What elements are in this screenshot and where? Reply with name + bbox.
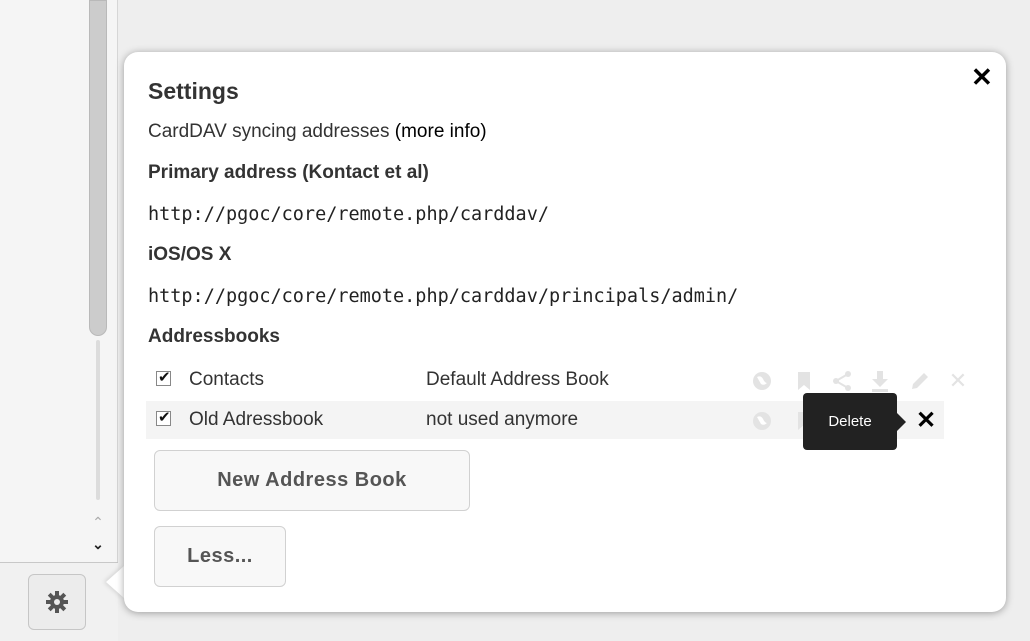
close-icon[interactable]: ✕ [971, 62, 993, 92]
share-icon[interactable] [831, 370, 853, 392]
popup-title: Settings [148, 78, 239, 104]
addressbook-enabled-checkbox[interactable] [156, 368, 171, 386]
carddav-intro-text: CardDAV syncing addresses [148, 121, 390, 142]
edit-icon[interactable] [909, 370, 931, 392]
chevron-down-icon[interactable]: ⌄ [89, 536, 107, 552]
addressbook-enabled-checkbox[interactable] [156, 408, 171, 426]
delete-icon[interactable]: ✕ [915, 409, 937, 433]
ios-url: http://pgoc/core/remote.php/carddav/prin… [148, 286, 739, 307]
addressbook-description: not used anymore [426, 409, 579, 430]
settings-popup: ✕ Settings CardDAV syncing addresses (mo… [124, 52, 1006, 612]
primary-address-heading: Primary address (Kontact et al) [148, 162, 429, 183]
delete-tooltip: Delete [803, 393, 906, 450]
new-address-book-button[interactable]: New Address Book [154, 450, 470, 511]
globe-icon[interactable] [751, 370, 773, 392]
carddav-intro: CardDAV syncing addresses (more info) [148, 121, 487, 143]
more-info-link[interactable]: (more info) [395, 121, 487, 142]
delete-icon[interactable]: ✕ [947, 368, 969, 393]
less-button[interactable]: Less... [154, 526, 286, 587]
bookmark-icon[interactable] [793, 370, 815, 392]
gear-icon [46, 591, 68, 613]
download-icon[interactable] [869, 370, 891, 392]
scrollbar-thumb[interactable] [89, 0, 107, 336]
ios-heading: iOS/OS X [148, 244, 232, 265]
addressbook-description: Default Address Book [426, 369, 609, 390]
popup-pointer [106, 566, 124, 598]
addressbook-name: Contacts [189, 369, 264, 390]
scrollbar-track [96, 340, 100, 500]
addressbooks-heading: Addressbooks [148, 326, 280, 347]
chevron-up-icon[interactable]: ⌃ [89, 514, 107, 530]
globe-icon[interactable] [751, 410, 773, 432]
settings-button[interactable] [28, 574, 86, 630]
scrollbar[interactable]: ⌃ ⌄ [84, 0, 118, 560]
primary-address-url: http://pgoc/core/remote.php/carddav/ [148, 204, 549, 225]
addressbook-name: Old Adressbook [189, 409, 324, 430]
